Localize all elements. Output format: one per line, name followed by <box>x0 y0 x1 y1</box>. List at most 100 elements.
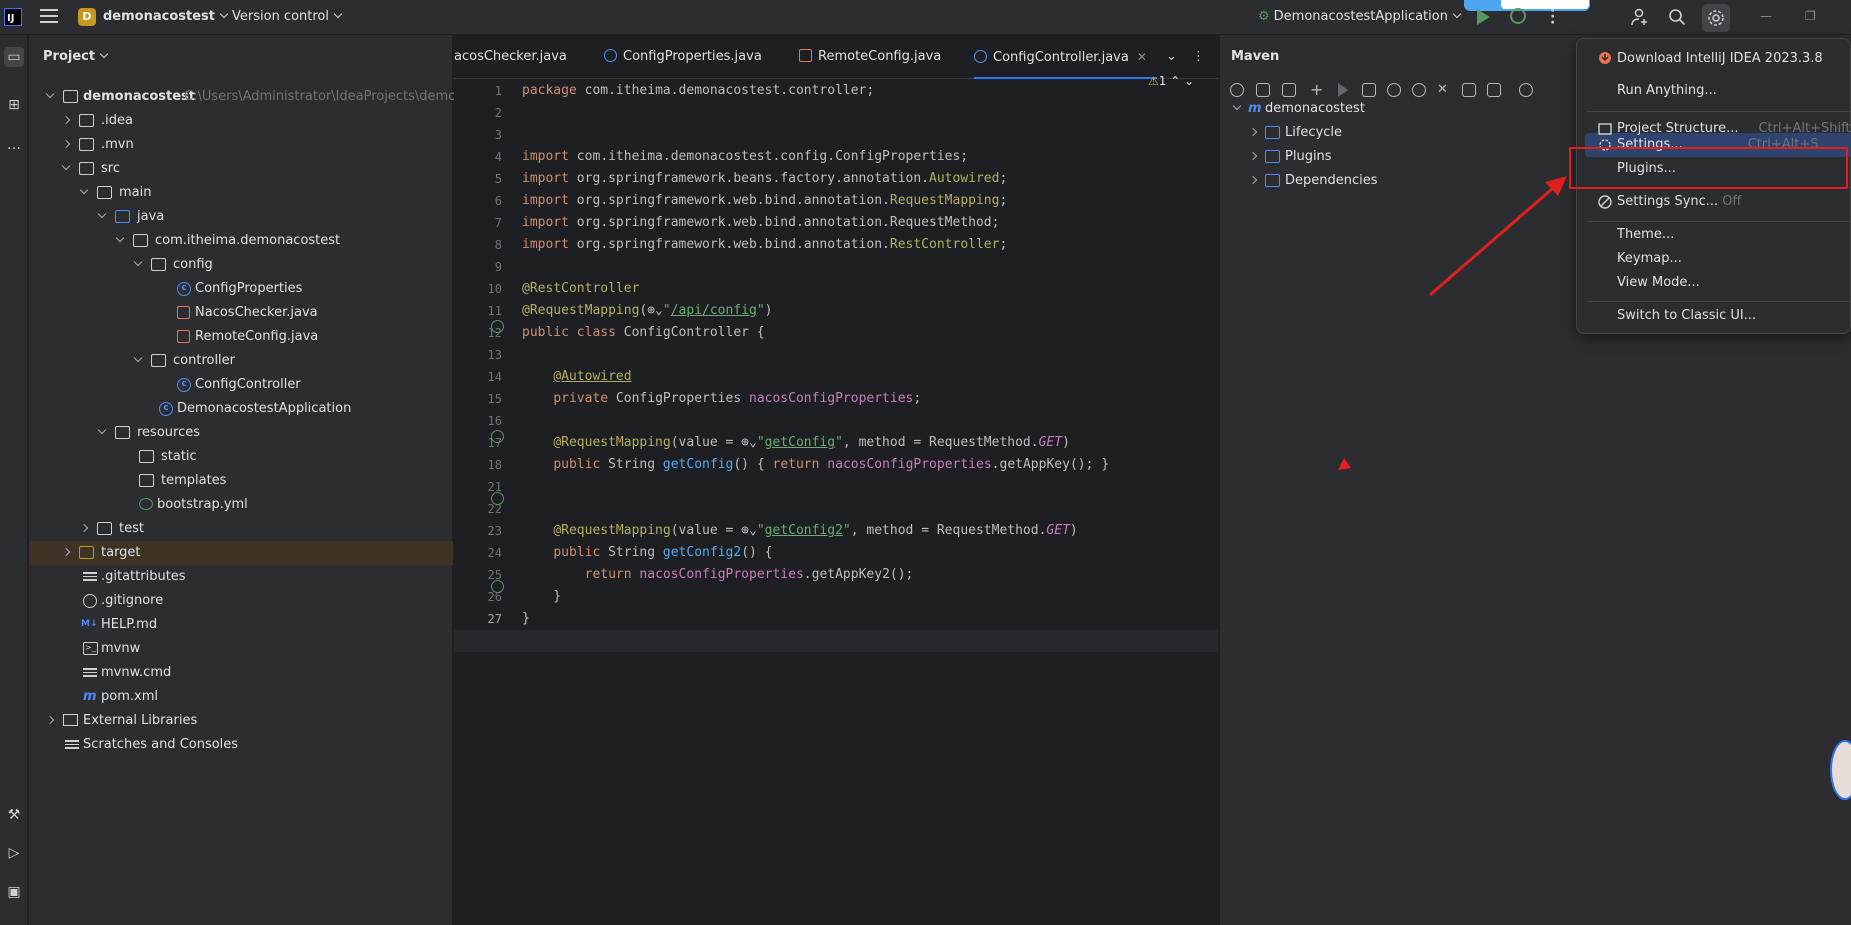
project-tool-icon[interactable]: ▭ <box>4 47 24 67</box>
tree-node[interactable]: controller <box>29 349 453 373</box>
tree-node[interactable]: >_ mvnw <box>29 637 453 661</box>
structure-tool-icon[interactable]: ⊞ <box>4 95 24 115</box>
tree-node[interactable]: config <box>29 253 453 277</box>
tree-node[interactable]: resources <box>29 421 453 445</box>
tree-node[interactable]: src <box>29 157 453 181</box>
tree-node[interactable]: java <box>29 205 453 229</box>
main-menu-icon[interactable] <box>40 9 58 25</box>
generate-sources-icon[interactable] <box>1256 83 1270 97</box>
spring-request-gutter-icon[interactable] <box>491 492 504 505</box>
chevron-down-icon[interactable]: ⌄ <box>1166 49 1177 64</box>
run-icon[interactable] <box>1338 83 1348 97</box>
tree-node[interactable]: demonacostest C:\Users\Administrator\Idea… <box>29 85 464 109</box>
folder-icon <box>79 162 94 175</box>
spring-bean-gutter-icon[interactable] <box>491 430 504 443</box>
tree-node[interactable]: static <box>29 445 453 469</box>
build-tool-icon[interactable]: ⚒ <box>4 805 24 825</box>
tree-node[interactable]: RemoteConfig.java <box>29 325 453 349</box>
collapse-all-icon[interactable]: ✕ <box>1437 83 1451 97</box>
project-badge[interactable]: D <box>78 8 96 26</box>
menu-item-view-mode[interactable]: View Mode... <box>1617 271 1700 295</box>
shell-script-icon: >_ <box>83 642 98 655</box>
gear-icon[interactable] <box>1702 4 1730 32</box>
code-editor: acosChecker.java ConfigProperties.java R… <box>454 35 1218 925</box>
project-switcher[interactable]: demonacostest <box>103 9 229 24</box>
tree-node[interactable]: .gitignore <box>29 589 453 613</box>
add-user-icon[interactable] <box>1631 8 1649 26</box>
intellij-logo-icon[interactable]: IJ <box>4 8 22 26</box>
offline-mode-icon[interactable] <box>1387 83 1401 97</box>
text-file-icon <box>83 666 97 679</box>
code-line: private ConfigProperties nacosConfigProp… <box>553 391 922 406</box>
tree-node[interactable]: .idea <box>29 109 453 133</box>
version-control-widget[interactable]: Version control <box>232 9 343 24</box>
menu-item-theme[interactable]: Theme... <box>1617 223 1674 247</box>
inspection-widget[interactable]: ⚠1 ⌃ ⌄ <box>1148 74 1194 88</box>
tree-node[interactable]: com.itheima.demonacostest <box>29 229 453 253</box>
menu-item-run-anything[interactable]: Run Anything... <box>1617 79 1717 103</box>
reload-icon[interactable] <box>1230 83 1244 97</box>
code-line: @RestController <box>522 281 640 296</box>
tab-remote-config[interactable]: RemoteConfig.java <box>799 35 941 79</box>
add-icon[interactable]: + <box>1310 82 1324 98</box>
menu-item-settings-sync[interactable]: Settings Sync... Off <box>1617 190 1741 214</box>
line-number: 14 <box>487 370 502 384</box>
restore-icon[interactable]: ❐ <box>1805 9 1816 23</box>
folder-icon <box>97 186 112 199</box>
run-configuration-selector[interactable]: ⚙ DemonacostestApplication <box>1258 9 1462 24</box>
update-icon <box>1599 52 1611 64</box>
java-file-icon <box>177 306 190 319</box>
tree-node[interactable]: c DemonacostestApplication <box>29 397 453 421</box>
search-icon[interactable] <box>1668 8 1686 26</box>
download-icon[interactable] <box>1282 83 1296 97</box>
show-dependencies-icon[interactable] <box>1462 83 1476 97</box>
tree-node[interactable]: main <box>29 181 453 205</box>
package-icon <box>133 234 148 247</box>
code-line: } <box>522 611 530 626</box>
spring-bean-gutter-icon[interactable] <box>491 320 504 333</box>
services-tool-icon[interactable]: ▷ <box>4 843 24 863</box>
terminal-tool-icon[interactable]: ▣ <box>4 882 24 902</box>
tree-node[interactable]: templates <box>29 469 453 493</box>
menu-item-download[interactable]: Download IntelliJ IDEA 2023.3.8 <box>1617 47 1823 71</box>
tree-node[interactable]: test <box>29 517 453 541</box>
tab-config-properties[interactable]: ConfigProperties.java <box>604 35 762 79</box>
tree-node[interactable]: M↓ HELP.md <box>29 613 453 637</box>
tree-node[interactable]: .gitattributes <box>29 565 453 589</box>
spring-request-gutter-icon[interactable] <box>491 580 504 593</box>
code-line: @RequestMapping(value = ⊕⌄"getConfig", m… <box>553 435 1070 450</box>
tab-config-controller[interactable]: ConfigController.java ✕ <box>974 35 1157 79</box>
more-actions-icon[interactable]: · · · <box>1550 4 1556 30</box>
menu-item-keymap[interactable]: Keymap... <box>1617 247 1682 271</box>
tree-node[interactable]: NacosChecker.java <box>29 301 453 325</box>
execute-goal-icon[interactable] <box>1362 83 1376 97</box>
project-panel-title[interactable]: Project <box>43 49 109 64</box>
expand-all-icon[interactable] <box>1487 83 1501 97</box>
tree-node[interactable]: .mvn <box>29 133 453 157</box>
tree-node[interactable]: mvnw.cmd <box>29 661 453 685</box>
menu-item-classic-ui[interactable]: Switch to Classic UI... <box>1617 304 1756 328</box>
more-tools-icon[interactable]: … <box>4 135 24 155</box>
folder-icon <box>97 522 112 535</box>
tree-node[interactable]: target <box>29 541 453 565</box>
tree-node[interactable]: bootstrap.yml <box>29 493 453 517</box>
skip-tests-icon[interactable] <box>1412 83 1426 97</box>
gear-icon[interactable] <box>1519 83 1533 97</box>
current-line-highlight <box>454 630 1218 652</box>
more-actions-icon[interactable]: ⋮ <box>1192 49 1205 64</box>
code-line: @RequestMapping(⊕⌄"/api/config") <box>522 303 773 318</box>
debug-icon[interactable] <box>1510 8 1526 24</box>
tree-node[interactable]: External Libraries <box>29 709 453 733</box>
minimize-icon[interactable]: — <box>1760 9 1772 23</box>
tree-node[interactable]: m pom.xml <box>29 685 453 709</box>
menu-separator <box>1587 111 1851 112</box>
tree-node[interactable]: Scratches and Consoles <box>29 733 453 757</box>
project-tool-window: Project demonacostest C:\Users\Administra… <box>29 35 464 925</box>
tree-node[interactable]: c ConfigController <box>29 373 453 397</box>
spring-boot-icon: ⚙ <box>1258 9 1270 24</box>
close-icon[interactable]: ✕ <box>1137 50 1147 64</box>
line-number: 11 <box>487 304 502 318</box>
tab-nacos-checker[interactable]: acosChecker.java <box>454 35 567 79</box>
run-icon[interactable] <box>1477 9 1490 25</box>
tree-node[interactable]: c ConfigProperties <box>29 277 453 301</box>
